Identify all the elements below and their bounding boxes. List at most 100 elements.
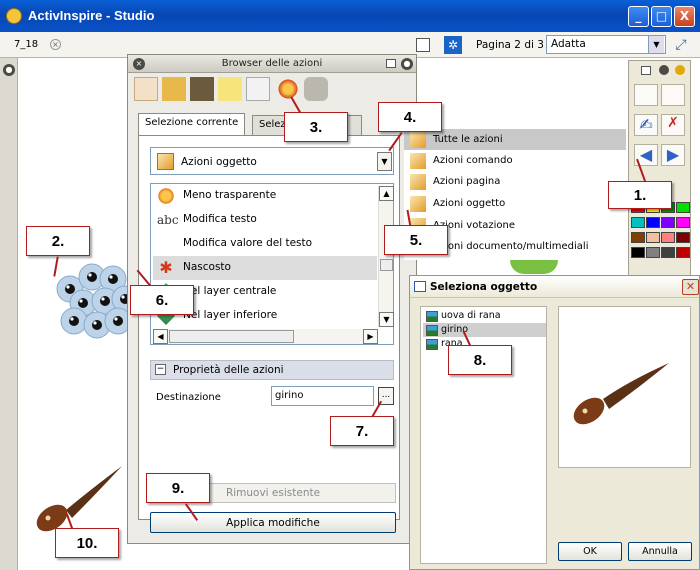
page-browser-icon[interactable]: ✲ <box>444 36 462 54</box>
action-icon <box>410 153 426 169</box>
object-icon <box>426 339 438 350</box>
destination-field[interactable]: girino <box>271 386 374 406</box>
list-item[interactable]: Azioni pagina <box>404 171 626 192</box>
destination-label: Destinazione <box>156 392 221 403</box>
dialog-close-button[interactable]: ✕ <box>682 279 699 295</box>
action-list: Meno trasparente abc Modifica testo Modif… <box>150 183 394 345</box>
color-swatch[interactable] <box>631 247 645 258</box>
window-title: ActivInspire - Studio <box>28 8 155 23</box>
callout-8: 8. <box>448 345 512 375</box>
callout-4: 4. <box>378 102 442 132</box>
list-item-selected[interactable]: girino <box>423 323 546 337</box>
frog-image[interactable] <box>510 260 558 274</box>
pen-icon[interactable]: ✍ <box>634 114 658 136</box>
apply-changes-button[interactable]: Applica modifiche <box>150 512 396 533</box>
dialog-window-icon <box>414 281 426 292</box>
vertical-scrollbar[interactable]: ▲ ▼ <box>378 186 394 327</box>
scroll-up-icon[interactable]: ▲ <box>379 186 394 201</box>
list-item[interactable]: Modifica valore del testo <box>153 232 377 256</box>
browser-menu-icon[interactable] <box>386 59 396 68</box>
color-swatch[interactable] <box>676 217 690 228</box>
action-type-icon <box>157 153 174 170</box>
tadpole-preview-image <box>573 363 669 425</box>
callout-1: 1. <box>608 181 672 209</box>
object-browser-tab-icon[interactable] <box>190 77 214 101</box>
next-page-icon[interactable]: ▶ <box>661 144 685 166</box>
scroll-right-icon[interactable]: ▶ <box>363 329 378 344</box>
scroll-thumb[interactable] <box>169 330 294 343</box>
minimize-button[interactable]: _ <box>628 6 649 27</box>
action-type-select[interactable]: Azioni oggetto ▼ <box>150 147 394 175</box>
hidden-icon: ✱ <box>159 258 173 277</box>
action-icon <box>410 132 426 148</box>
list-item[interactable]: Azioni comando <box>404 150 626 171</box>
object-icon <box>426 311 438 322</box>
ok-button[interactable]: OK <box>558 542 622 561</box>
palette-menu-icon[interactable] <box>641 66 651 75</box>
left-tray <box>0 58 18 570</box>
color-swatch[interactable] <box>676 202 690 213</box>
profile-icon[interactable] <box>634 84 658 106</box>
fullscreen-icon[interactable]: ⤢ <box>672 37 690 53</box>
color-swatch[interactable] <box>676 232 690 243</box>
maximize-button[interactable]: □ <box>651 6 672 27</box>
voting-browser-tab-icon[interactable] <box>304 77 328 101</box>
color-swatch[interactable] <box>646 232 660 243</box>
color-swatch[interactable] <box>631 217 645 228</box>
list-item-selected[interactable]: Tutte le azioni <box>404 129 626 150</box>
color-swatch[interactable] <box>661 232 675 243</box>
color-swatches <box>631 202 691 262</box>
cancel-button[interactable]: Annulla <box>628 542 692 561</box>
scroll-left-icon[interactable]: ◀ <box>153 329 168 344</box>
chevron-down-icon[interactable]: ▼ <box>648 36 664 53</box>
browser-icon[interactable] <box>661 84 685 106</box>
color-swatch[interactable] <box>646 217 660 228</box>
list-item[interactable]: Azioni oggetto <box>404 193 626 214</box>
horizontal-scrollbar[interactable]: ◀ ▶ <box>153 329 378 344</box>
dialog-title: Seleziona oggetto <box>430 281 538 293</box>
tab-current-selection[interactable]: Selezione corrente <box>138 113 246 135</box>
action-icon <box>410 196 426 212</box>
resource-browser-tab-icon[interactable] <box>162 77 186 101</box>
list-item[interactable]: Meno trasparente <box>153 184 377 208</box>
action-type-value: Azioni oggetto <box>181 156 257 168</box>
scroll-down-icon[interactable]: ▼ <box>379 312 394 327</box>
list-item[interactable]: abc Modifica testo <box>153 208 377 232</box>
chevron-down-icon[interactable]: ▼ <box>377 152 392 171</box>
palette-pin-icon[interactable] <box>659 65 669 75</box>
color-swatch[interactable] <box>661 247 675 258</box>
eraser-icon[interactable]: ✗ <box>661 114 685 136</box>
action-properties-header[interactable]: − Proprietà delle azioni <box>150 360 394 380</box>
callout-10: 10. <box>55 528 119 558</box>
callout-5: 5. <box>384 225 448 255</box>
callout-6: 6. <box>130 285 194 315</box>
page-browser-tab-icon[interactable] <box>134 77 158 101</box>
property-browser-tab-icon[interactable] <box>246 77 270 101</box>
callout-9: 9. <box>146 473 210 503</box>
document-tab[interactable]: 7_18 <box>14 39 38 50</box>
transparency-icon <box>157 187 175 205</box>
tab-close-icon[interactable]: × <box>50 39 61 50</box>
color-swatch[interactable] <box>631 232 645 243</box>
color-swatch[interactable] <box>661 217 675 228</box>
palette-add-icon[interactable] <box>675 65 685 75</box>
action-icon <box>410 174 426 190</box>
action-browser-tab-icon[interactable] <box>276 77 300 101</box>
list-item-selected[interactable]: ✱ Nascosto <box>153 256 377 280</box>
page-view-icon[interactable] <box>416 38 430 52</box>
object-preview <box>558 306 691 468</box>
color-swatch[interactable] <box>676 247 690 258</box>
color-swatch[interactable] <box>646 247 660 258</box>
activinspire-logo-icon <box>6 8 22 24</box>
select-object-dialog: Seleziona oggetto ✕ uova di rana girino … <box>409 275 700 570</box>
notes-browser-tab-icon[interactable] <box>218 77 242 101</box>
close-button[interactable]: X <box>674 6 695 27</box>
pin-icon[interactable]: ● <box>3 64 15 76</box>
browser-pin-icon[interactable]: ● <box>401 58 413 70</box>
collapse-icon[interactable]: − <box>155 364 166 375</box>
scroll-thumb[interactable] <box>380 259 393 271</box>
callout-7: 7. <box>330 416 394 446</box>
edit-text-icon: abc <box>157 213 179 227</box>
list-item[interactable]: uova di rana <box>423 309 546 323</box>
browser-title: Browser delle azioni <box>221 58 323 69</box>
